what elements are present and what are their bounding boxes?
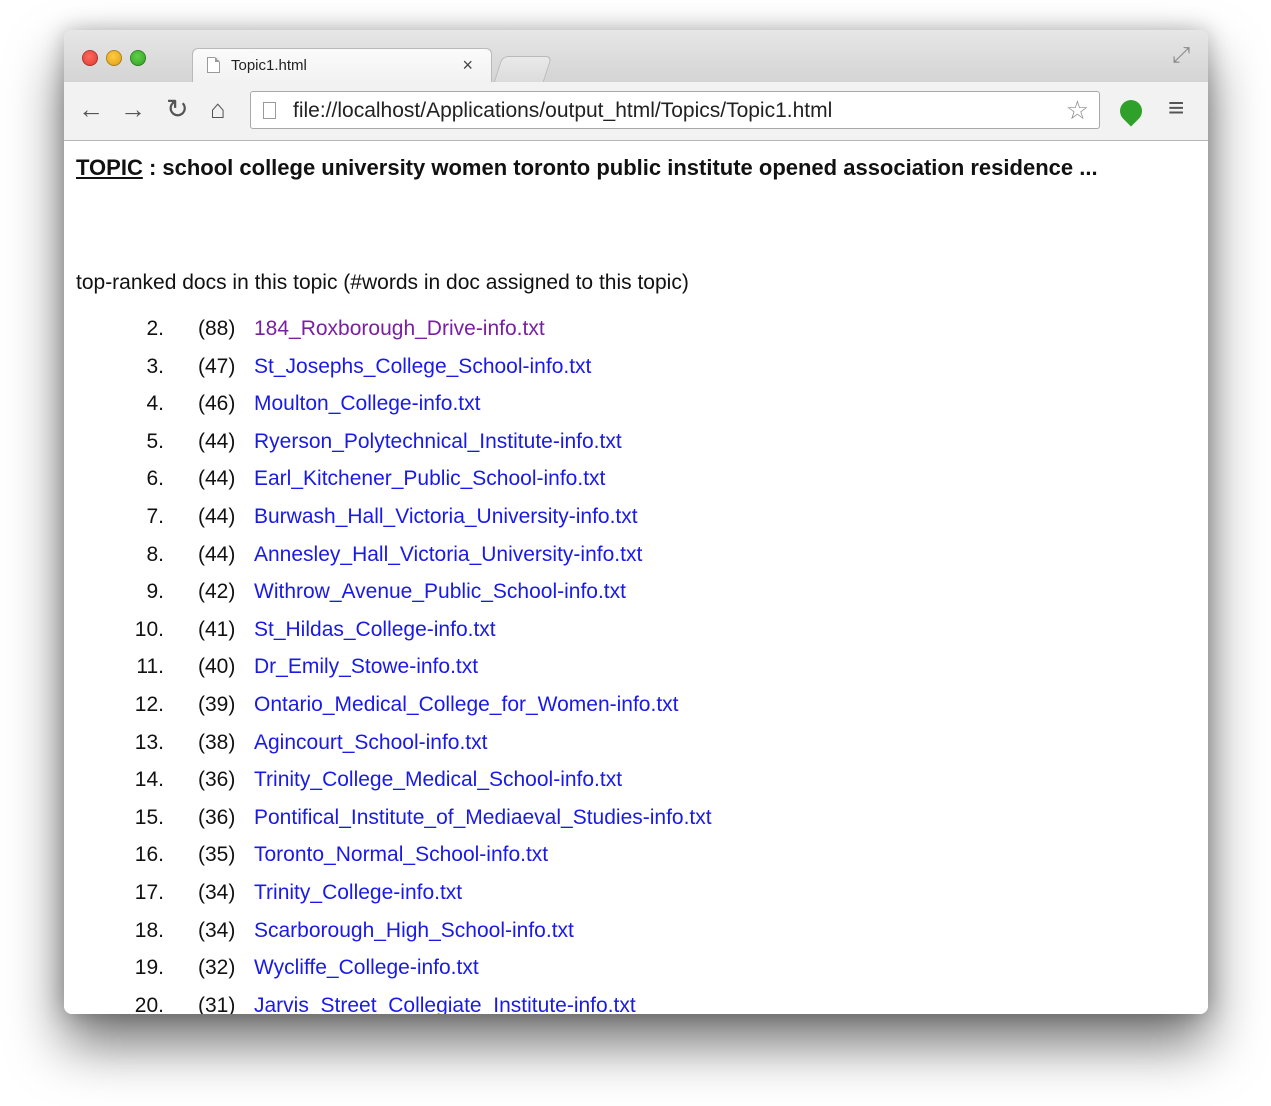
forward-arrow-icon[interactable]: → [120, 94, 146, 124]
tab-title: Topic1.html [231, 57, 307, 74]
doc-link[interactable]: Agincourt_School-info.txt [254, 731, 487, 755]
doc-link[interactable]: Dr_Emily_Stowe-info.txt [254, 655, 478, 679]
doc-rank: 18. [134, 918, 164, 942]
doc-word-count: (39) [198, 692, 236, 716]
tab-topic1[interactable]: Topic1.html × [192, 48, 492, 82]
doc-link[interactable]: Jarvis_Street_Collegiate_Institute-info.… [254, 994, 636, 1014]
page-content: TOPIC : school college university women … [64, 141, 1208, 1014]
doc-word-count: (44) [198, 542, 236, 566]
doc-link[interactable]: Scarborough_High_School-info.txt [254, 919, 574, 943]
doc-word-count: (46) [198, 392, 236, 416]
doc-word-count: (44) [198, 429, 236, 453]
doc-word-count: (36) [198, 768, 236, 792]
doc-word-count: (40) [198, 655, 236, 679]
doc-link[interactable]: Trinity_College-info.txt [254, 881, 462, 905]
close-icon[interactable]: × [462, 55, 473, 76]
doc-rank: 12. [134, 692, 164, 716]
doc-word-count: (31) [198, 993, 236, 1014]
doc-rank: 10. [134, 617, 164, 641]
document-icon [263, 102, 276, 119]
doc-link[interactable]: Withrow_Avenue_Public_School-info.txt [254, 580, 626, 604]
doc-word-count: (34) [198, 918, 236, 942]
doc-link[interactable]: Toronto_Normal_School-info.txt [254, 843, 548, 867]
doc-rank: 7. [146, 504, 164, 528]
zoom-window-button[interactable] [130, 50, 146, 66]
url-text[interactable]: file://localhost/Applications/output_htm… [293, 99, 832, 123]
close-window-button[interactable] [82, 50, 98, 66]
doc-link[interactable]: Ryerson_Polytechnical_Institute-info.txt [254, 430, 622, 454]
doc-word-count: (35) [198, 843, 236, 867]
doc-word-count: (47) [198, 354, 236, 378]
doc-word-count: (42) [198, 580, 236, 604]
doc-rank: 3. [146, 354, 164, 378]
doc-link[interactable]: 184_Roxborough_Drive-info.txt [254, 317, 545, 341]
doc-rank: 17. [134, 880, 164, 904]
doc-rank: 4. [146, 392, 164, 416]
browser-toolbar: ← → ↻ ⌂ file://localhost/Applications/ou… [64, 82, 1208, 141]
tab-bar: Topic1.html × ⤢ [64, 30, 1208, 82]
doc-word-count: (32) [198, 956, 236, 980]
doc-link[interactable]: Ontario_Medical_College_for_Women-info.t… [254, 693, 679, 717]
doc-list-intro: top-ranked docs in this topic (#words in… [76, 271, 689, 294]
home-icon[interactable]: ⌂ [210, 94, 226, 124]
doc-rank: 20. [134, 993, 164, 1014]
topic-heading: TOPIC : school college university women … [76, 153, 1116, 182]
doc-rank: 5. [146, 429, 164, 453]
doc-link[interactable]: Wycliffe_College-info.txt [254, 956, 479, 980]
doc-link[interactable]: Pontifical_Institute_of_Mediaeval_Studie… [254, 806, 712, 830]
doc-link[interactable]: Annesley_Hall_Victoria_University-info.t… [254, 543, 642, 567]
doc-word-count: (41) [198, 617, 236, 641]
topic-label: TOPIC [76, 155, 143, 180]
doc-rank: 11. [136, 655, 164, 679]
doc-link[interactable]: Earl_Kitchener_Public_School-info.txt [254, 467, 605, 491]
doc-rank: 6. [146, 467, 164, 491]
doc-link[interactable]: St_Hildas_College-info.txt [254, 618, 496, 642]
minimize-window-button[interactable] [106, 50, 122, 66]
star-icon[interactable]: ☆ [1066, 95, 1089, 126]
doc-rank: 15. [134, 805, 164, 829]
doc-rank: 8. [146, 542, 164, 566]
doc-word-count: (44) [198, 467, 236, 491]
doc-word-count: (34) [198, 880, 236, 904]
doc-rank: 16. [134, 843, 164, 867]
doc-link[interactable]: Trinity_College_Medical_School-info.txt [254, 768, 622, 792]
doc-link[interactable]: Burwash_Hall_Victoria_University-info.tx… [254, 505, 638, 529]
extension-icon[interactable] [1115, 95, 1147, 127]
fullscreen-icon[interactable]: ⤢ [1172, 42, 1190, 68]
doc-word-count: (36) [198, 805, 236, 829]
back-arrow-icon[interactable]: ← [78, 94, 104, 124]
address-bar[interactable]: file://localhost/Applications/output_htm… [250, 91, 1100, 129]
reload-icon[interactable]: ↻ [166, 94, 189, 124]
doc-word-count: (88) [198, 317, 236, 340]
doc-rank: 2. [146, 317, 164, 340]
doc-link[interactable]: Moulton_College-info.txt [254, 392, 480, 416]
doc-rank: 19. [134, 956, 164, 980]
new-tab-button[interactable] [493, 56, 553, 82]
doc-word-count: (38) [198, 730, 236, 754]
topic-words: : school college university women toront… [142, 155, 1098, 180]
doc-rank: 9. [146, 580, 164, 604]
doc-link[interactable]: St_Josephs_College_School-info.txt [254, 355, 591, 379]
doc-rank: 14. [134, 768, 164, 792]
doc-rank: 13. [134, 730, 164, 754]
doc-word-count: (44) [198, 504, 236, 528]
browser-window: Topic1.html × ⤢ ← → ↻ ⌂ file://localhost… [64, 30, 1208, 1014]
document-icon [207, 57, 220, 73]
menu-icon[interactable]: ≡ [1168, 92, 1184, 124]
